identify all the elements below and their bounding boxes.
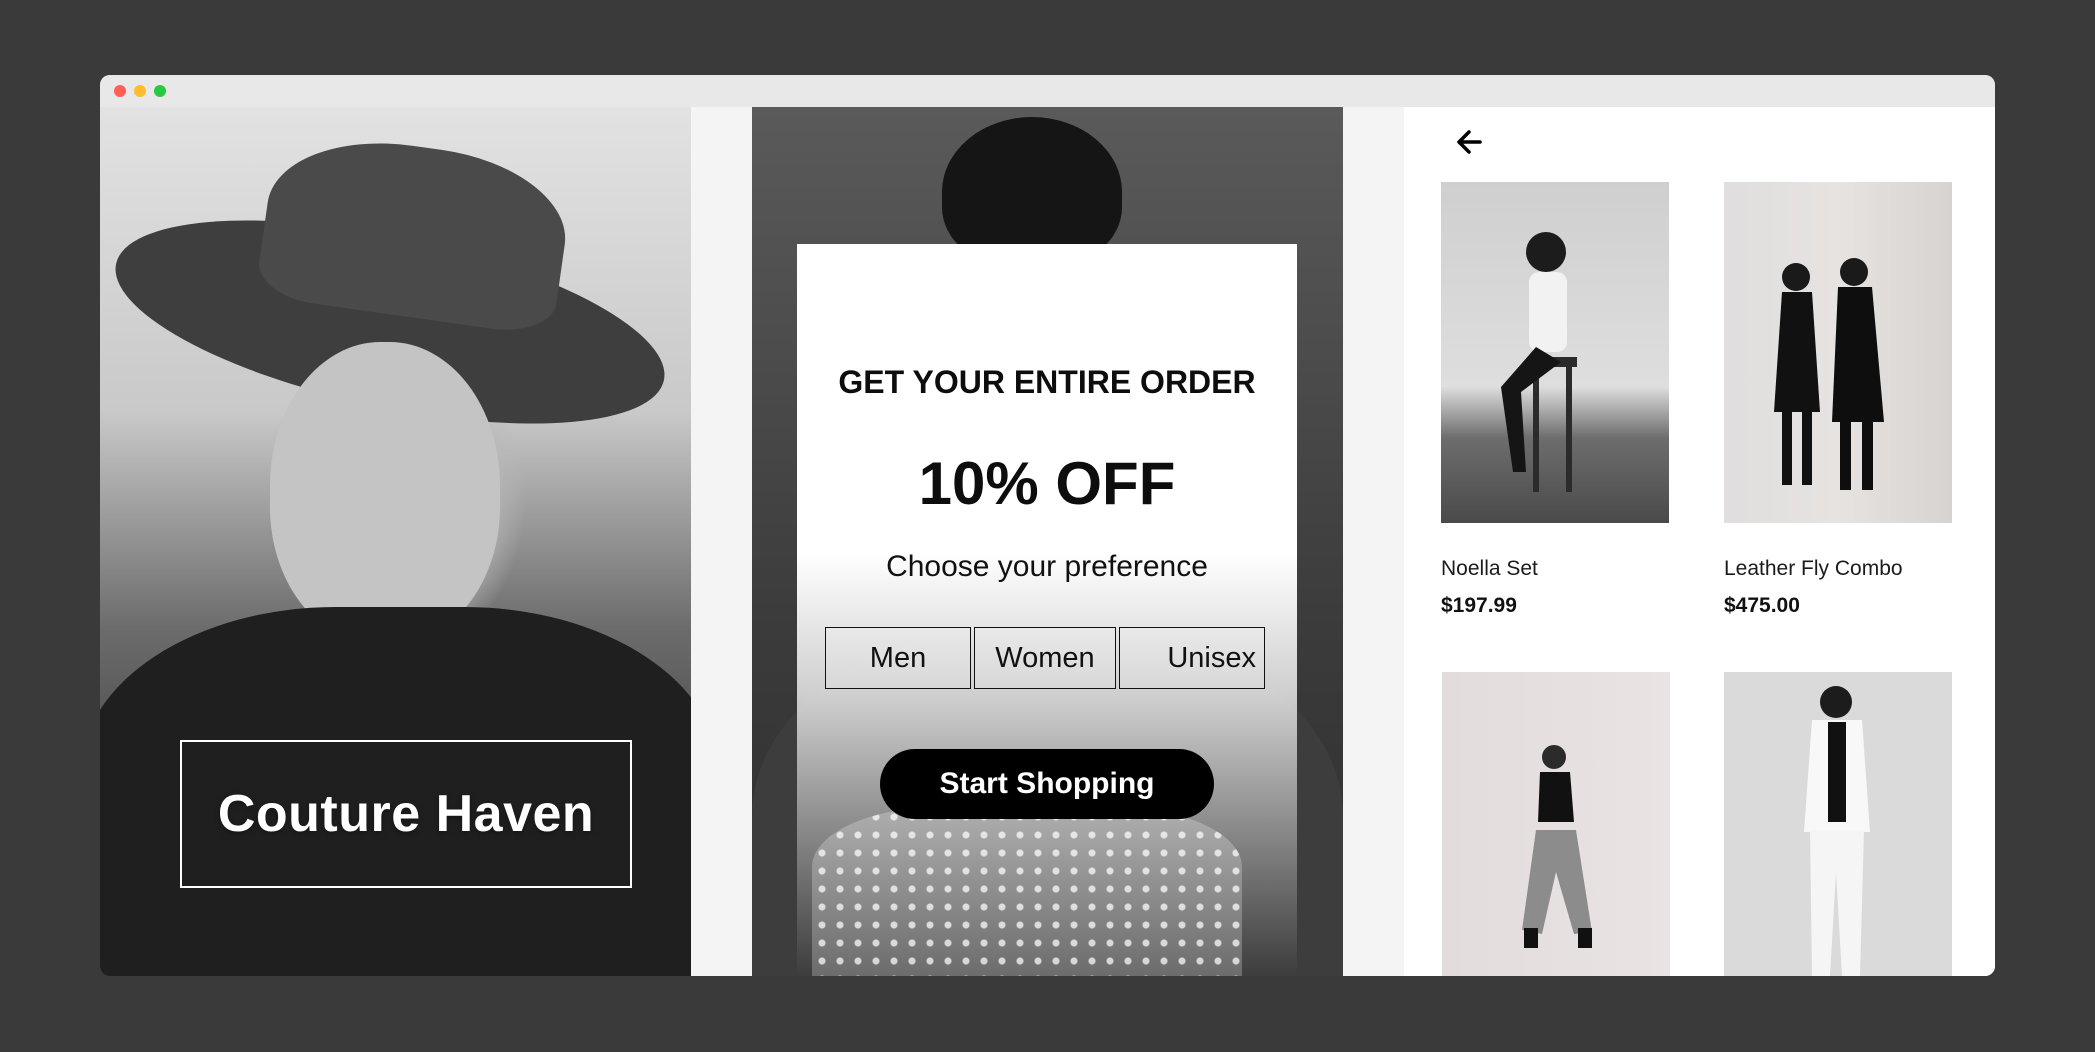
product-name: Noella Set <box>1441 557 1538 580</box>
promo-heading: GET YOUR ENTIRE ORDER <box>838 364 1256 400</box>
close-window-button[interactable] <box>114 85 126 97</box>
start-shopping-button[interactable]: Start Shopping <box>880 749 1214 819</box>
product-image <box>1442 672 1670 976</box>
product-image <box>1724 672 1952 976</box>
product-price: $475.00 <box>1724 594 1800 617</box>
preference-women-button[interactable]: Women <box>974 627 1116 689</box>
product-image <box>1441 182 1669 523</box>
catalog-screen: Noella Set $197.99 Leather Fly Combo $47… <box>1404 107 1995 976</box>
app-window: Couture Haven GET YOUR ENTIRE ORDER 10% … <box>100 75 1995 976</box>
promo-card: GET YOUR ENTIRE ORDER 10% OFF Choose you… <box>797 244 1297 976</box>
product-price: $197.99 <box>1441 594 1517 617</box>
title-bar <box>100 75 1995 107</box>
brand-splash-screen: Couture Haven <box>100 107 691 976</box>
product-image <box>1724 182 1952 523</box>
preference-unisex-button[interactable]: Unisex <box>1119 627 1265 689</box>
arrow-left-icon[interactable] <box>1450 122 1490 162</box>
minimize-window-button[interactable] <box>134 85 146 97</box>
brand-logo-box: Couture Haven <box>180 740 632 888</box>
promo-discount: 10% OFF <box>918 450 1176 517</box>
product-name: Leather Fly Combo <box>1724 557 1903 580</box>
preference-prompt: Choose your preference <box>886 550 1208 583</box>
promo-screen: GET YOUR ENTIRE ORDER 10% OFF Choose you… <box>752 107 1343 976</box>
preference-men-button[interactable]: Men <box>825 627 971 689</box>
preference-selector: Men Women Unisex <box>825 627 1269 689</box>
brand-name: Couture Haven <box>217 785 595 843</box>
maximize-window-button[interactable] <box>154 85 166 97</box>
